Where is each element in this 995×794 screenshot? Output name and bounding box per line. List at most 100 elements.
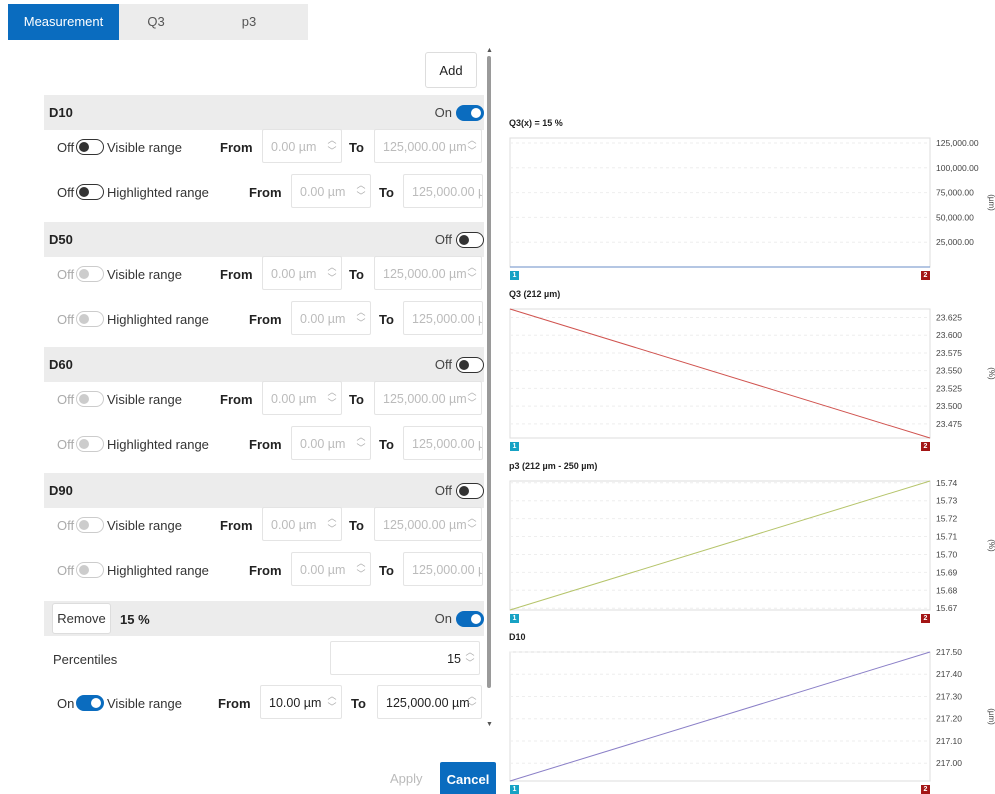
- remove-button[interactable]: Remove: [52, 603, 111, 634]
- from-value: 0.00 µm: [300, 185, 346, 199]
- range-toggle[interactable]: [76, 562, 104, 578]
- chevron-up-icon[interactable]: ︿: [467, 514, 477, 523]
- chevron-down-icon[interactable]: ﹀: [467, 399, 477, 408]
- percentile-toggle[interactable]: [456, 611, 484, 627]
- cursor-marker-2[interactable]: 2: [921, 442, 930, 451]
- to-input[interactable]: 125,000.00 µm ︿ ﹀: [374, 381, 482, 415]
- scroll-down-arrow-icon[interactable]: ▼: [486, 721, 493, 729]
- chevron-up-icon[interactable]: ︿: [327, 263, 337, 272]
- tab-p3[interactable]: p3: [209, 4, 289, 40]
- cursor-marker-2[interactable]: 2: [921, 271, 930, 280]
- range-toggle[interactable]: [76, 517, 104, 533]
- to-input[interactable]: 125,000.00 µr: [403, 301, 483, 335]
- cursor-marker-1[interactable]: 1: [510, 785, 519, 794]
- to-input[interactable]: 125,000.00 µr: [403, 174, 483, 208]
- to-input[interactable]: 125,000.00 µm ︿ ﹀: [374, 129, 482, 163]
- from-input[interactable]: 0.00 µm ︿ ﹀: [262, 507, 342, 541]
- range-label: Visible range: [107, 392, 182, 407]
- from-input[interactable]: 0.00 µm ︿ ﹀: [262, 256, 342, 290]
- chevron-down-icon[interactable]: ﹀: [467, 703, 477, 712]
- chevron-up-icon[interactable]: ︿: [356, 559, 366, 568]
- scrollbar-thumb[interactable]: [487, 56, 491, 688]
- chevron-down-icon[interactable]: ﹀: [356, 570, 366, 579]
- chevron-up-icon[interactable]: ︿: [465, 648, 475, 657]
- range-toggle[interactable]: [76, 139, 104, 155]
- chevron-up-icon[interactable]: ︿: [327, 514, 337, 523]
- chevron-down-icon[interactable]: ﹀: [465, 659, 475, 668]
- to-label: To: [379, 312, 394, 327]
- cursor-marker-2[interactable]: 2: [921, 785, 930, 794]
- y-tick-label: 15.67: [936, 603, 958, 613]
- range-label: Highlighted range: [107, 563, 209, 578]
- chevron-down-icon[interactable]: ﹀: [327, 274, 337, 283]
- chevron-down-icon[interactable]: ﹀: [327, 703, 337, 712]
- percentiles-input[interactable]: 15 ︿ ﹀: [330, 641, 480, 675]
- range-toggle[interactable]: [76, 266, 104, 282]
- chevron-down-icon[interactable]: ﹀: [467, 147, 477, 156]
- from-input[interactable]: 0.00 µm ︿ ﹀: [262, 381, 342, 415]
- chevron-down-icon[interactable]: ﹀: [327, 525, 337, 534]
- apply-button[interactable]: Apply: [390, 771, 423, 786]
- chevron-up-icon[interactable]: ︿: [467, 692, 477, 701]
- from-input[interactable]: 10.00 µm ︿ ﹀: [260, 685, 342, 719]
- add-button[interactable]: Add: [425, 52, 477, 88]
- from-input[interactable]: 0.00 µm ︿ ﹀: [291, 301, 371, 335]
- y-tick-label: 23.525: [936, 383, 962, 393]
- chevron-down-icon[interactable]: ﹀: [356, 319, 366, 328]
- to-input[interactable]: 125,000.00 µm ︿ ﹀: [377, 685, 482, 719]
- chevron-down-icon[interactable]: ﹀: [356, 192, 366, 201]
- from-label: From: [249, 563, 282, 578]
- from-input[interactable]: 0.00 µm ︿ ﹀: [291, 174, 371, 208]
- range-toggle[interactable]: [76, 311, 104, 327]
- chevron-down-icon[interactable]: ﹀: [356, 444, 366, 453]
- section-toggle[interactable]: [456, 105, 484, 121]
- range-toggle[interactable]: [76, 391, 104, 407]
- from-input[interactable]: 0.00 µm ︿ ﹀: [262, 129, 342, 163]
- cursor-marker-1[interactable]: 1: [510, 614, 519, 623]
- chevron-down-icon[interactable]: ﹀: [467, 274, 477, 283]
- chevron-up-icon[interactable]: ︿: [467, 136, 477, 145]
- section-state-text: Off: [434, 483, 452, 498]
- cursor-marker-1[interactable]: 1: [510, 271, 519, 280]
- range-label: Visible range: [107, 140, 182, 155]
- from-label: From: [220, 267, 253, 282]
- chevron-up-icon[interactable]: ︿: [356, 308, 366, 317]
- y-tick-label: 23.500: [936, 401, 962, 411]
- to-label: To: [349, 140, 364, 155]
- chevron-up-icon[interactable]: ︿: [327, 692, 337, 701]
- section-toggle[interactable]: [456, 232, 484, 248]
- visible-range-toggle[interactable]: [76, 695, 104, 711]
- cancel-button[interactable]: Cancel: [440, 762, 496, 794]
- chevron-down-icon[interactable]: ﹀: [327, 147, 337, 156]
- y-tick-label: 75,000.00: [936, 188, 974, 198]
- to-input[interactable]: 125,000.00 µm ︿ ﹀: [374, 507, 482, 541]
- chevron-up-icon[interactable]: ︿: [327, 136, 337, 145]
- chevron-up-icon[interactable]: ︿: [356, 181, 366, 190]
- y-tick-label: 15.74: [936, 478, 958, 488]
- section-toggle[interactable]: [456, 483, 484, 499]
- toggle-knob: [79, 141, 89, 152]
- chevron-up-icon[interactable]: ︿: [356, 433, 366, 442]
- chevron-down-icon[interactable]: ﹀: [467, 525, 477, 534]
- y-tick-label: 23.625: [936, 313, 962, 323]
- chevron-down-icon[interactable]: ﹀: [327, 399, 337, 408]
- from-input[interactable]: 0.00 µm ︿ ﹀: [291, 552, 371, 586]
- from-value: 0.00 µm: [300, 563, 346, 577]
- chevron-up-icon[interactable]: ︿: [467, 263, 477, 272]
- section-toggle[interactable]: [456, 357, 484, 373]
- to-input[interactable]: 125,000.00 µm ︿ ﹀: [374, 256, 482, 290]
- chevron-up-icon[interactable]: ︿: [327, 388, 337, 397]
- from-input[interactable]: 0.00 µm ︿ ﹀: [291, 426, 371, 460]
- y-tick-label: 217.20: [936, 714, 962, 724]
- to-input[interactable]: 125,000.00 µr: [403, 426, 483, 460]
- scroll-up-arrow-icon[interactable]: ▲: [486, 47, 493, 55]
- visible-range-state-text: On: [57, 696, 75, 711]
- chevron-up-icon[interactable]: ︿: [467, 388, 477, 397]
- cursor-marker-1[interactable]: 1: [510, 442, 519, 451]
- to-input[interactable]: 125,000.00 µr: [403, 552, 483, 586]
- range-toggle[interactable]: [76, 436, 104, 452]
- tab-measurement[interactable]: Measurement: [8, 4, 119, 40]
- range-toggle[interactable]: [76, 184, 104, 200]
- tab-q3[interactable]: Q3: [123, 4, 189, 40]
- cursor-marker-2[interactable]: 2: [921, 614, 930, 623]
